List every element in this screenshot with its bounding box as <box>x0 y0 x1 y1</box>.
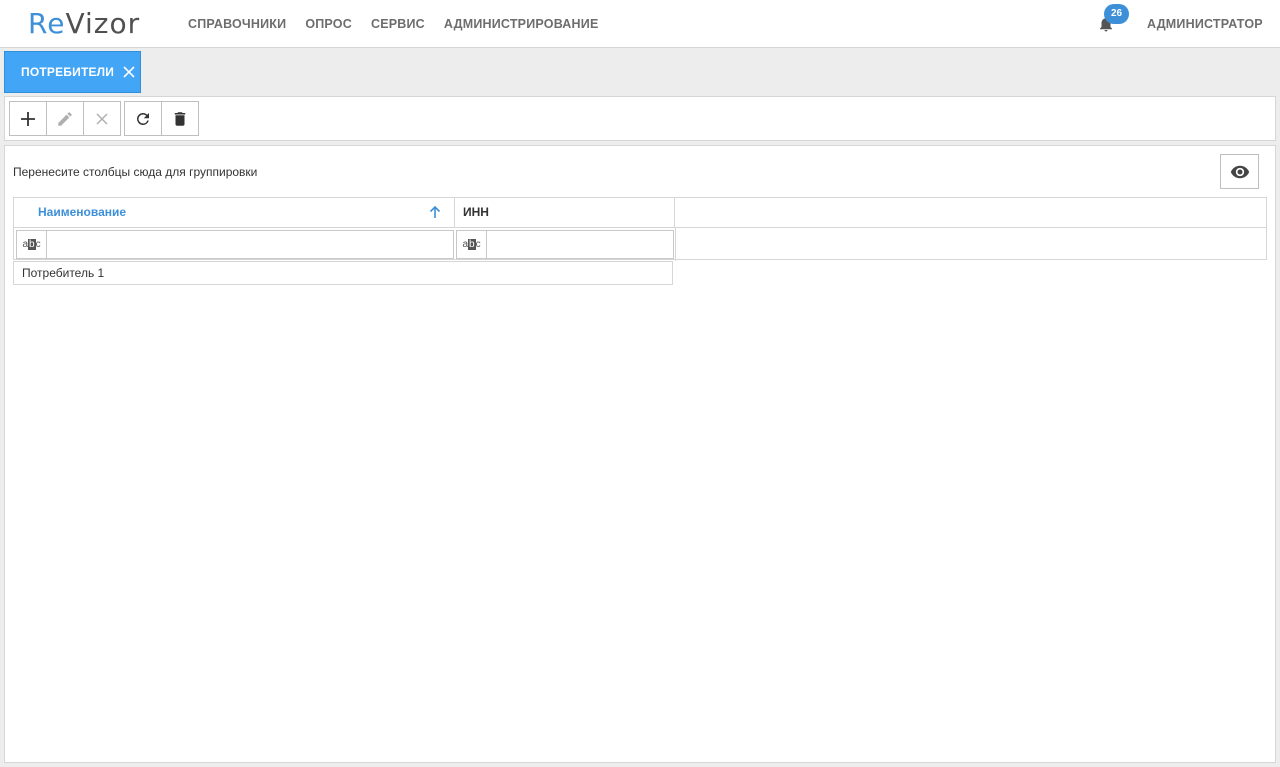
column-header-inn[interactable]: ИНН <box>455 198 675 227</box>
column-title-inn: ИНН <box>463 205 489 219</box>
filter-cell-inn: abc <box>456 230 674 259</box>
edit-button[interactable] <box>46 101 84 136</box>
user-menu[interactable]: АДМИНИСТРАТОР <box>1147 0 1263 48</box>
tab-consumers[interactable]: ПОТРЕБИТЕЛИ <box>4 51 141 93</box>
filter-icon-b: b <box>468 239 476 250</box>
filter-row: abc abc <box>14 227 1266 261</box>
menu-item-service[interactable]: СЕРВИС <box>371 17 425 31</box>
edit-icon <box>58 111 72 126</box>
grid-panel: Перенесите столбцы сюда для группировки … <box>4 145 1276 763</box>
refresh-button[interactable] <box>124 101 162 136</box>
eye-icon <box>1230 165 1249 178</box>
table-row[interactable]: Потребитель 1 <box>13 261 673 285</box>
filter-operator-button[interactable]: abc <box>457 231 487 258</box>
cancel-icon <box>96 112 108 125</box>
filter-input-inn[interactable] <box>488 231 673 258</box>
cancel-button[interactable] <box>83 101 121 136</box>
refresh-icon <box>136 112 149 125</box>
menu-item-reference[interactable]: СПРАВОЧНИКИ <box>188 17 286 31</box>
filter-operator-button[interactable]: abc <box>17 231 47 258</box>
logo-re: Re <box>28 7 66 40</box>
notifications-badge[interactable]: 26 <box>1104 4 1129 24</box>
menu-item-admin[interactable]: АДМИНИСТРИРОВАНИЕ <box>444 17 599 31</box>
filter-icon-c: c <box>475 239 481 250</box>
filter-icon-c: c <box>35 239 41 250</box>
column-title-name: Наименование <box>38 205 127 219</box>
menu-item-survey[interactable]: ОПРОС <box>305 17 352 31</box>
column-header-name[interactable]: Наименование <box>14 198 455 227</box>
group-panel-hint[interactable]: Перенесите столбцы сюда для группировки <box>13 165 257 179</box>
filter-icon-b: b <box>28 239 36 250</box>
delete-button[interactable] <box>161 101 199 136</box>
tab-label: ПОТРЕБИТЕЛИ <box>21 65 115 79</box>
filter-input-name[interactable] <box>48 231 453 258</box>
add-icon <box>21 111 35 126</box>
column-chooser-button[interactable] <box>1220 154 1259 189</box>
cell-name: Потребитель 1 <box>22 266 105 280</box>
filter-separator <box>675 228 676 261</box>
add-button[interactable] <box>9 101 47 136</box>
sort-asc-icon <box>429 205 441 218</box>
close-icon[interactable] <box>122 65 136 79</box>
grid-header: Наименование ИНН abc abc <box>13 197 1267 261</box>
top-navbar: ReVizor СПРАВОЧНИКИ ОПРОС СЕРВИС АДМИНИС… <box>0 0 1280 48</box>
delete-icon <box>174 111 186 126</box>
main-menu: СПРАВОЧНИКИ ОПРОС СЕРВИС АДМИНИСТРИРОВАН… <box>188 0 617 48</box>
filter-cell-name: abc <box>16 230 454 259</box>
logo-rest: Vizor <box>65 7 141 40</box>
grid-toolbar <box>4 96 1276 141</box>
app-logo[interactable]: ReVizor <box>28 8 140 40</box>
